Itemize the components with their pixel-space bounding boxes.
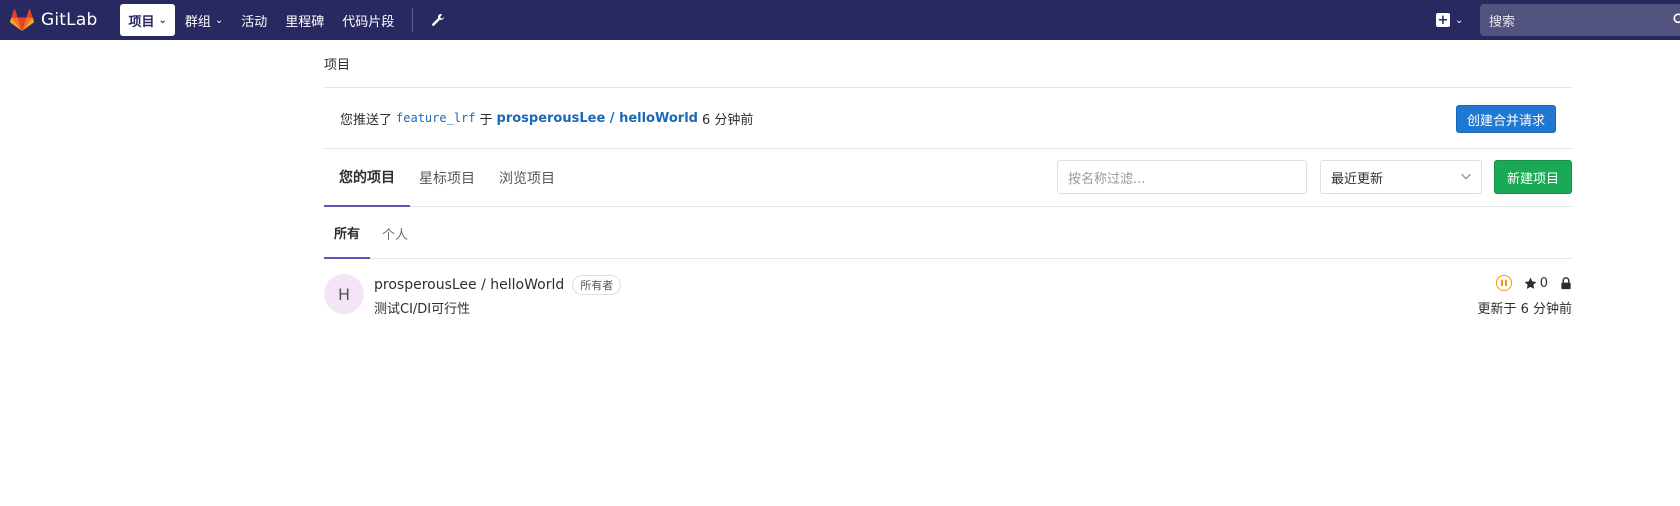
nav-projects-label: 项目	[128, 14, 155, 30]
project-list-item: H prosperousLee / helloWorld 所有者 测试CI/DI…	[324, 259, 1572, 323]
project-title: prosperousLee / helloWorld 所有者	[374, 275, 622, 295]
chevron-down-icon: ⌄	[1455, 14, 1464, 26]
push-time: 6 分钟前	[701, 112, 754, 128]
search-input[interactable]: 搜索	[1480, 4, 1680, 36]
nav-snippets-label: 代码片段	[342, 14, 395, 30]
project-avatar[interactable]: H	[324, 274, 364, 314]
nav-groups[interactable]: 群组 ⌄	[177, 4, 231, 36]
branch-link[interactable]: feature_lrf	[396, 111, 475, 125]
subtab-personal[interactable]: 个人	[372, 207, 418, 259]
nav-divider	[412, 8, 414, 32]
tanuki-logo-icon	[10, 9, 34, 31]
project-stats: 0	[1495, 275, 1572, 291]
project-link[interactable]: prosperousLee / helloWorld	[497, 111, 698, 126]
star-count: 0	[1524, 276, 1548, 291]
sort-value: 最近更新	[1331, 171, 1384, 187]
new-dropdown-button[interactable]: + ⌄	[1432, 4, 1467, 36]
brand-name: GitLab	[41, 10, 98, 30]
pipeline-paused-icon[interactable]	[1495, 275, 1512, 291]
push-event-banner: 您推送了 feature_lrf 于 prosperousLee / hello…	[324, 88, 1572, 149]
main-content: 项目 您推送了 feature_lrf 于 prosperousLee / he…	[324, 40, 1572, 323]
plus-square-icon: +	[1436, 12, 1450, 28]
star-count-value: 0	[1539, 275, 1548, 291]
project-name-link[interactable]: prosperousLee / helloWorld	[374, 277, 564, 293]
nav-projects[interactable]: 项目 ⌄	[120, 4, 175, 36]
nav-snippets[interactable]: 代码片段	[334, 4, 402, 36]
role-badge: 所有者	[572, 275, 622, 295]
search-placeholder: 搜索	[1489, 14, 1516, 30]
push-prefix: 您推送了	[340, 112, 393, 128]
star-icon	[1524, 277, 1537, 289]
chevron-down-icon	[1461, 173, 1471, 180]
chevron-down-icon: ⌄	[158, 14, 167, 26]
top-navbar: GitLab 项目 ⌄ 群组 ⌄ 活动 里程碑 代码片段 + ⌄ 搜索	[0, 0, 1680, 40]
lock-icon	[1561, 276, 1571, 289]
chevron-down-icon: ⌄	[214, 14, 224, 26]
wrench-icon	[432, 13, 445, 26]
breadcrumb: 项目	[324, 40, 1572, 88]
tab-your-projects[interactable]: 您的项目	[324, 149, 410, 207]
subtab-all[interactable]: 所有	[324, 207, 371, 259]
nav-groups-label: 群组	[184, 14, 211, 30]
project-description: 测试CI/DI可行性	[374, 302, 471, 317]
nav-activity[interactable]: 活动	[233, 4, 275, 36]
nav-activity-label: 活动	[241, 14, 268, 30]
filter-by-name-input[interactable]: 按名称过滤...	[1057, 160, 1307, 194]
search-icon	[1673, 13, 1680, 24]
updated-time: 更新于 6 分钟前	[1477, 302, 1572, 317]
filter-placeholder: 按名称过滤...	[1068, 171, 1146, 187]
breadcrumb-title[interactable]: 项目	[324, 54, 350, 73]
push-middle: 于	[479, 112, 493, 128]
sort-dropdown[interactable]: 最近更新	[1320, 160, 1482, 194]
main-nav: 项目 ⌄ 群组 ⌄ 活动 里程碑 代码片段	[120, 0, 453, 40]
gitlab-logo[interactable]: GitLab	[10, 0, 97, 40]
create-merge-request-button[interactable]: 创建合并请求	[1455, 105, 1556, 133]
tab-explore-projects[interactable]: 浏览项目	[484, 149, 570, 207]
nav-right: + ⌄	[1432, 0, 1467, 40]
tab-starred-projects[interactable]: 星标项目	[404, 149, 490, 207]
nav-milestones[interactable]: 里程碑	[277, 4, 332, 36]
project-tabs: 您的项目 星标项目 浏览项目 按名称过滤... 最近更新 新建项目	[324, 149, 1572, 207]
nav-milestones-label: 里程碑	[285, 14, 325, 30]
project-filter-subtabs: 所有 个人	[324, 207, 1572, 259]
admin-area-button[interactable]	[423, 4, 453, 36]
new-project-button[interactable]: 新建项目	[1494, 160, 1572, 194]
